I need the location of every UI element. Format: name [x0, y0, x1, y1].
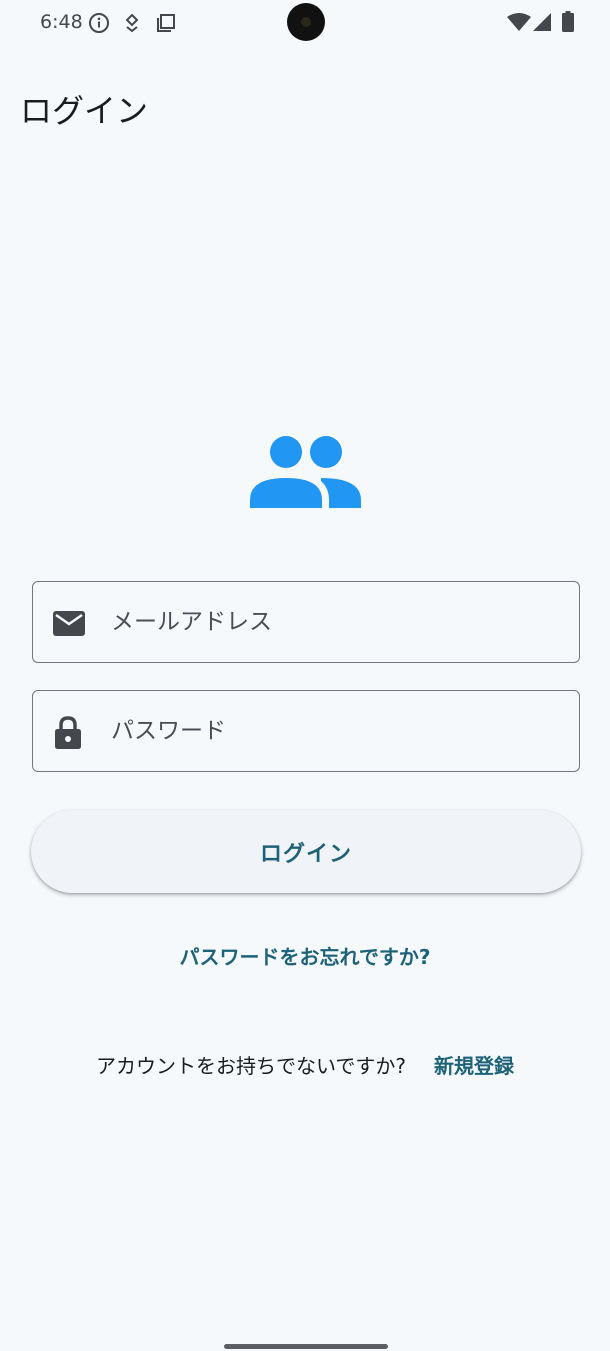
mail-icon	[53, 611, 85, 640]
cell-signal-icon	[533, 13, 551, 35]
info-icon	[88, 12, 110, 38]
battery-icon	[562, 11, 574, 36]
home-indicator[interactable]	[224, 1344, 388, 1349]
location-pin-icon	[123, 13, 141, 37]
email-field[interactable]	[32, 581, 580, 663]
page-title: ログイン	[20, 92, 149, 130]
status-time: 6:48	[40, 11, 83, 33]
wifi-icon	[507, 13, 531, 36]
front-camera	[287, 3, 325, 41]
email-input[interactable]	[111, 582, 551, 662]
status-bar: 6:48	[0, 0, 610, 46]
group-icon	[249, 434, 363, 512]
forgot-password-link[interactable]: パスワードをお忘れですか?	[0, 941, 610, 970]
screen-copy-icon	[156, 13, 176, 37]
login-screen: 6:48 ログイン メールアドレス ログイン パスワードをお忘れですか? アカウ…	[0, 0, 610, 1351]
signup-link[interactable]: 新規登録	[434, 1050, 514, 1079]
login-button[interactable]: ログイン	[31, 810, 581, 893]
lock-icon	[55, 716, 81, 753]
password-field[interactable]	[32, 690, 580, 772]
signup-row: アカウントをお持ちでないですか? 新規登録	[0, 1050, 610, 1079]
password-input[interactable]	[111, 691, 551, 771]
signup-prompt: アカウントをお持ちでないですか?	[95, 1054, 406, 1078]
